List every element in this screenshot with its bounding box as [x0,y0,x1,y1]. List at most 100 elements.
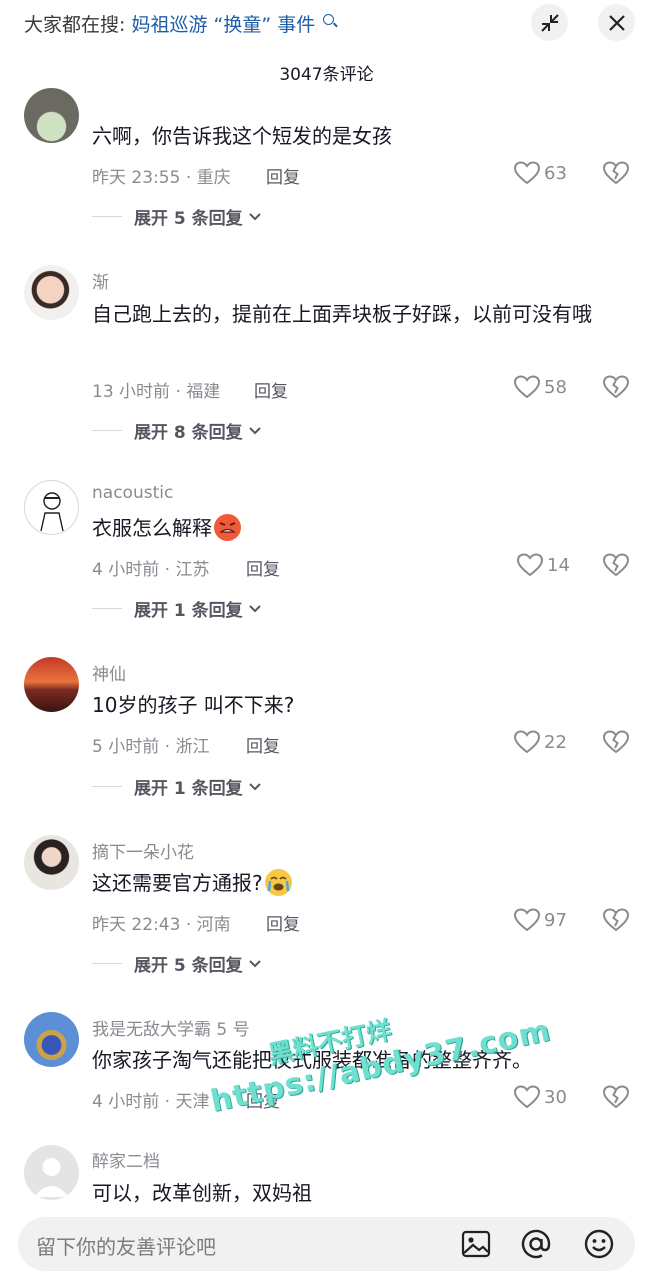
dislike-heart-icon [602,908,630,932]
comment-meta: 4 小时前 · 天津 [92,1087,209,1112]
heart-icon [514,1085,540,1109]
heart-icon [514,908,540,932]
default-avatar-icon [34,1158,69,1197]
comment-meta: 5 小时前 · 浙江 [92,732,209,757]
dislike-button[interactable] [602,730,630,758]
comment-text: 这还需要官方通报? [92,871,263,895]
comment-location: · 天津 [164,1092,210,1112]
comment-location: · 福建 [175,382,221,402]
divider [92,786,122,787]
reply-button[interactable]: 回复 [266,163,300,188]
dislike-button[interactable] [602,553,630,581]
comment-input[interactable]: 留下你的友善评论吧 [36,1231,216,1260]
reply-button[interactable]: 回复 [254,377,288,402]
crying-emoji-icon [264,869,292,896]
comment-time: 昨天 23:55 [92,168,181,188]
comment-content: 六啊，你告诉我这个短发的是女孩 [92,124,392,148]
expand-replies[interactable]: 展开 1 条回复 [92,774,261,799]
avatar[interactable] [24,265,79,320]
dislike-button[interactable] [602,375,630,403]
comment-username[interactable]: 渐 [92,268,109,293]
expand-replies[interactable]: 展开 1 条回复 [92,596,261,621]
comment-location: · 重庆 [185,168,231,188]
image-button[interactable] [460,1228,492,1264]
like-button[interactable]: 58 [514,375,567,399]
search-icon [323,14,335,25]
like-count: 58 [544,376,567,398]
comment-meta: 13 小时前 · 福建 [92,377,220,402]
trending-search[interactable]: 大家都在搜: 妈祖巡游 “换童” 事件 [24,10,335,37]
top-bar: 大家都在搜: 妈祖巡游 “换童” 事件 [0,0,653,50]
comment-location: · 江苏 [164,560,210,580]
emoji-icon [584,1229,614,1259]
comment-username[interactable]: 我是无敌大学霸 5 号 [92,1015,250,1040]
reply-button[interactable]: 回复 [246,732,280,757]
like-button[interactable]: 63 [514,161,567,185]
trending-search-query[interactable]: 妈祖巡游 “换童” 事件 [131,14,315,36]
avatar[interactable] [24,835,79,890]
heart-icon [517,553,543,577]
like-count: 97 [544,909,567,931]
reply-button[interactable]: 回复 [266,910,300,935]
comment-meta: 昨天 23:55 · 重庆 [92,163,231,188]
avatar[interactable] [24,657,79,712]
comment-content: 你家孩子淘气还能把仪式服装都准备的整整齐齐。 [92,1048,532,1072]
comment-content: 可以，改革创新，双妈祖 [92,1181,312,1205]
comment-meta: 4 小时前 · 江苏 [92,555,209,580]
dislike-button[interactable] [602,161,630,189]
comment-input-bar[interactable]: 留下你的友善评论吧 [18,1217,635,1271]
at-icon [521,1229,551,1259]
avatar[interactable] [24,1145,79,1200]
chevron-down-icon [248,782,261,790]
dislike-button[interactable] [602,908,630,936]
mention-button[interactable] [520,1228,552,1264]
minimize-button[interactable] [531,4,568,41]
comment-time: 13 小时前 [92,382,171,402]
divider [92,430,122,431]
divider [92,216,122,217]
expand-replies-label: 展开 1 条回复 [134,779,243,799]
divider [92,963,122,964]
close-button[interactable] [598,4,635,41]
avatar[interactable] [24,1012,79,1067]
heart-icon [514,375,540,399]
like-button[interactable]: 22 [514,730,567,754]
dislike-button[interactable] [602,1085,630,1113]
chevron-down-icon [248,604,261,612]
comment-count: 3047条评论 [279,65,374,85]
comment-username[interactable]: 摘下一朵小花 [92,838,194,863]
like-button[interactable]: 97 [514,908,567,932]
comment-location: · 浙江 [164,737,210,757]
like-count: 30 [544,1086,567,1108]
heart-icon [514,161,540,185]
close-icon [608,14,625,31]
comment-time: 5 小时前 [92,737,160,757]
minimize-icon [540,13,559,32]
comment-time: 4 小时前 [92,1092,160,1112]
reply-button[interactable]: 回复 [246,1087,280,1112]
comment-content: 衣服怎么解释 [92,510,622,547]
comment-username[interactable]: 神仙 [92,660,126,685]
comment-username[interactable]: 醉家二档 [92,1147,160,1172]
sketch-figure-icon [40,492,64,532]
like-count: 63 [544,162,567,184]
expand-replies[interactable]: 展开 5 条回复 [92,951,261,976]
like-button[interactable]: 14 [517,553,570,577]
comment-username[interactable]: nacoustic [92,483,173,503]
like-count: 22 [544,731,567,753]
expand-replies-label: 展开 5 条回复 [134,956,243,976]
dislike-heart-icon [602,375,630,399]
reply-button[interactable]: 回复 [246,555,280,580]
dislike-heart-icon [602,553,630,577]
dislike-heart-icon [602,161,630,185]
expand-replies[interactable]: 展开 5 条回复 [92,204,261,229]
avatar[interactable] [24,88,79,143]
comment-text: 衣服怎么解释 [92,516,212,540]
avatar[interactable] [24,480,79,535]
chevron-down-icon [248,212,261,220]
expand-replies[interactable]: 展开 8 条回复 [92,418,261,443]
comment-time: 4 小时前 [92,560,160,580]
emoji-button[interactable] [583,1228,615,1264]
trending-search-prefix: 大家都在搜: [24,14,126,36]
like-button[interactable]: 30 [514,1085,567,1109]
